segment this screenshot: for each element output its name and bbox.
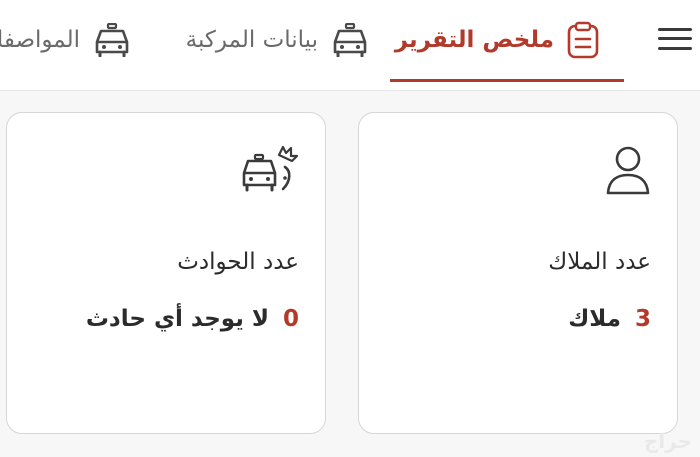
accidents-count-text: لا يوجد أي حادث — [85, 306, 269, 332]
car-icon — [330, 23, 370, 57]
tab-vehicle-data-label: بيانات المركبة — [185, 27, 318, 53]
accidents-count-card: عدد الحوادث 0 لا يوجد أي حادث — [6, 112, 326, 434]
active-tab-indicator — [390, 79, 624, 82]
owners-count-title: عدد الملاك — [548, 249, 651, 275]
tab-report-summary[interactable]: ملخص التقرير — [395, 16, 600, 64]
tab-specifications-label: المواصفات — [0, 27, 80, 53]
tab-specifications[interactable]: المواصفات — [0, 16, 132, 64]
accidents-count-value: 0 لا يوجد أي حادث — [86, 306, 299, 332]
accidents-count-number: 0 — [282, 306, 299, 332]
owners-count-text: ملاك — [568, 306, 621, 332]
haraj-watermark: حراج — [643, 429, 692, 453]
car-crash-icon — [241, 145, 299, 195]
menu-icon[interactable] — [658, 26, 692, 52]
top-tab-bar: ملخص التقرير بيانات المركبة المواصفا — [0, 0, 700, 91]
accidents-count-title: عدد الحوادث — [177, 249, 299, 275]
tab-report-summary-label: ملخص التقرير — [394, 27, 554, 53]
clipboard-icon — [566, 21, 600, 59]
owners-count-card: عدد الملاك 3 ملاك — [358, 112, 678, 434]
car-icon — [92, 23, 132, 57]
tab-vehicle-data[interactable]: بيانات المركبة — [186, 16, 370, 64]
owners-count-value: 3 ملاك — [568, 306, 651, 332]
owners-count-number: 3 — [634, 306, 651, 332]
person-icon — [605, 145, 651, 195]
